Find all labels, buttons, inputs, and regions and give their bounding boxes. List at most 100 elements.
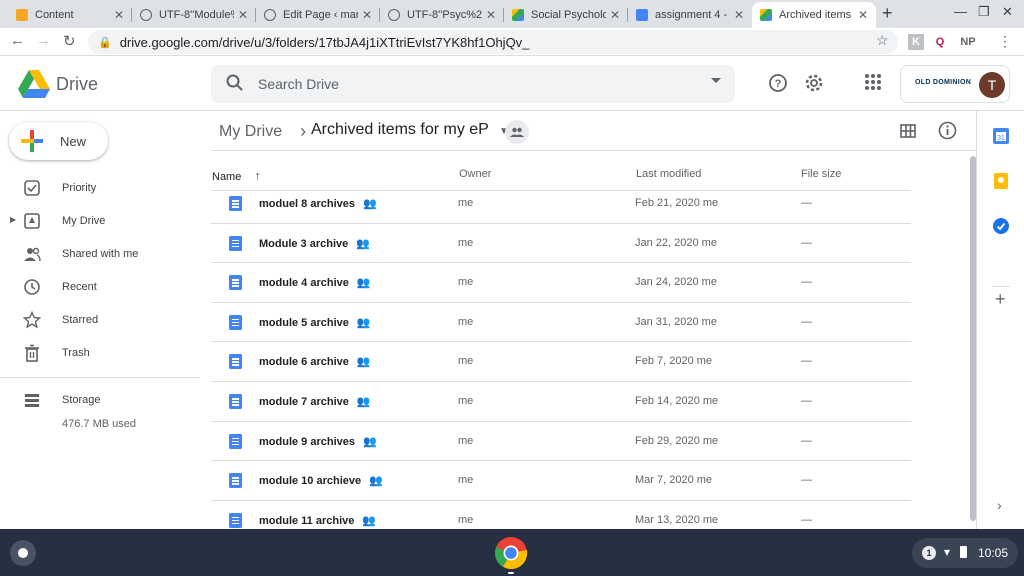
apps-grid-icon[interactable]	[864, 73, 882, 91]
sidebar-divider	[0, 377, 200, 378]
minimize-icon[interactable]: —	[954, 4, 967, 19]
notification-count-badge[interactable]: 1	[922, 546, 936, 560]
details-info-icon[interactable]	[938, 121, 957, 140]
current-folder-title[interactable]: Archived items for my eP	[311, 121, 489, 138]
tasks-icon[interactable]	[993, 218, 1009, 234]
search-options-icon[interactable]	[711, 78, 721, 83]
grid-view-icon[interactable]	[900, 124, 916, 138]
table-row[interactable]: module 6 archive 👥 me Feb 7, 2020 me —	[211, 342, 911, 382]
chrome-menu-icon[interactable]: ⋮	[998, 33, 1012, 50]
sidebar-item-recent[interactable]: Recent	[0, 270, 200, 303]
close-tab-icon[interactable]: ✕	[858, 8, 868, 22]
new-tab-button[interactable]: +	[882, 3, 893, 24]
browser-tab[interactable]: UTF-8''Psyc%20 ✕	[380, 2, 504, 28]
table-row[interactable]: moduel 8 archives 👥 me Feb 21, 2020 me —	[211, 184, 911, 224]
content-favicon-icon	[16, 9, 28, 21]
drive-logo-icon[interactable]	[18, 70, 50, 98]
globe-favicon-icon	[388, 9, 400, 21]
browser-tab-active[interactable]: Archived items f ✕	[752, 2, 876, 28]
table-row[interactable]: module 7 archive 👥 me Feb 14, 2020 me —	[211, 382, 911, 422]
shared-folder-badge[interactable]	[505, 120, 529, 144]
sort-arrow-up-icon[interactable]: ↑	[254, 168, 261, 183]
file-size: —	[801, 197, 812, 209]
file-owner: me	[458, 355, 474, 368]
get-addons-plus-icon[interactable]: +	[995, 289, 1006, 310]
column-header-last-modified[interactable]: Last modified	[636, 168, 701, 180]
address-bar[interactable]: 🔒 drive.google.com/drive/u/3/folders/17t…	[88, 30, 898, 54]
sidebar-item-label: Recent	[62, 281, 97, 293]
expand-caret-icon[interactable]: ▶	[10, 215, 16, 224]
close-tab-icon[interactable]: ✕	[486, 8, 496, 22]
column-header-file-size[interactable]: File size	[801, 168, 841, 180]
close-tab-icon[interactable]: ✕	[734, 8, 744, 22]
drive-favicon-icon	[760, 9, 772, 21]
search-extension-icon[interactable]: Q	[932, 34, 948, 50]
browser-tab[interactable]: Social Psycholo ✕	[504, 2, 628, 28]
browser-tab[interactable]: UTF-8''Module% ✕	[132, 2, 256, 28]
column-header-name[interactable]: Name ↑	[212, 168, 261, 183]
sidebar-item-priority[interactable]: Priority	[0, 171, 200, 204]
trash-icon	[25, 344, 39, 362]
sidebar-item-shared-with-me[interactable]: Shared with me	[0, 237, 200, 270]
close-tab-icon[interactable]: ✕	[238, 8, 248, 22]
file-owner: me	[458, 395, 474, 407]
new-button[interactable]: New	[9, 122, 108, 160]
help-icon[interactable]: ?	[768, 73, 788, 93]
star-icon	[23, 311, 41, 329]
close-tab-icon[interactable]: ✕	[362, 8, 372, 22]
table-row[interactable]: module 5 archive 👥 me Jan 31, 2020 me —	[211, 303, 911, 343]
keep-icon[interactable]	[993, 173, 1009, 189]
search-input[interactable]: Search Drive	[211, 65, 735, 103]
content-divider	[211, 150, 976, 151]
shared-people-icon: 👥	[356, 396, 371, 408]
search-icon[interactable]	[225, 73, 245, 93]
calendar-icon[interactable]: 31	[993, 128, 1009, 144]
reload-icon[interactable]: ↻	[63, 32, 76, 50]
chrome-browser-icon[interactable]	[494, 536, 528, 570]
google-docs-icon	[229, 354, 242, 370]
close-window-icon[interactable]: ✕	[1002, 4, 1013, 20]
status-tray[interactable]: 1 ▾ 10:05	[912, 538, 1018, 568]
breadcrumb-my-drive[interactable]: My Drive	[219, 123, 282, 141]
bookmark-star-icon[interactable]: ☆	[876, 32, 889, 49]
storage-icon	[25, 394, 39, 407]
sidebar-item-storage[interactable]: Storage	[0, 383, 200, 416]
file-size: —	[801, 276, 812, 289]
restore-icon[interactable]: ❐	[978, 4, 990, 20]
file-last-modified: Jan 31, 2020 me	[635, 315, 717, 328]
file-name-text: module 10 archieve	[259, 475, 362, 488]
browser-tab[interactable]: Content ✕	[8, 2, 132, 28]
sidebar-item-label: Priority	[62, 182, 97, 194]
sidebar-item-starred[interactable]: Starred	[0, 303, 200, 336]
shared-people-icon: 👥	[356, 237, 370, 250]
table-row[interactable]: module 9 archives 👥 me Feb 29, 2020 me —	[211, 422, 911, 462]
sidebar-item-trash[interactable]: Trash	[0, 336, 200, 369]
close-tab-icon[interactable]: ✕	[610, 8, 620, 22]
shared-people-icon: 👥	[369, 475, 383, 488]
table-row[interactable]: module 10 archieve 👥 me Mar 7, 2020 me —	[211, 461, 911, 501]
back-arrow-icon[interactable]: ←	[10, 32, 25, 49]
settings-gear-icon[interactable]	[804, 73, 824, 93]
drive-logo-text[interactable]: Drive	[56, 74, 98, 95]
browser-tab[interactable]: Edit Page ‹ mar ✕	[256, 2, 380, 28]
search-placeholder: Search Drive	[258, 76, 339, 92]
avatar[interactable]: T	[979, 72, 1005, 98]
table-row[interactable]: module 4 archive 👥 me Jan 24, 2020 me —	[211, 263, 911, 303]
close-tab-icon[interactable]: ✕	[114, 8, 124, 22]
launcher-button[interactable]	[10, 540, 36, 566]
breadcrumb-current-folder[interactable]: Archived items for my eP ▼	[311, 121, 509, 139]
sidebar-item-my-drive[interactable]: ▶ My Drive	[0, 204, 200, 237]
account-switcher[interactable]: OLD DOMINION T	[900, 65, 1010, 103]
google-docs-icon	[229, 473, 242, 489]
extension-icon[interactable]: K	[908, 34, 924, 50]
browser-tab[interactable]: assignment 4 - ( ✕	[628, 2, 752, 28]
browser-tab-strip: Content ✕ UTF-8''Module% ✕ Edit Page ‹ m…	[0, 0, 1024, 28]
shared-people-icon: 👥	[356, 316, 371, 329]
my-drive-icon	[24, 213, 40, 229]
np-extension-icon[interactable]: NP	[958, 34, 978, 50]
column-header-owner[interactable]: Owner	[459, 168, 491, 180]
expand-panel-chevron-icon[interactable]: ›	[997, 497, 1002, 513]
forward-arrow-icon[interactable]: →	[36, 32, 51, 49]
lock-icon: 🔒	[98, 36, 112, 49]
table-row[interactable]: Module 3 archive 👥 me Jan 22, 2020 me —	[211, 224, 911, 264]
